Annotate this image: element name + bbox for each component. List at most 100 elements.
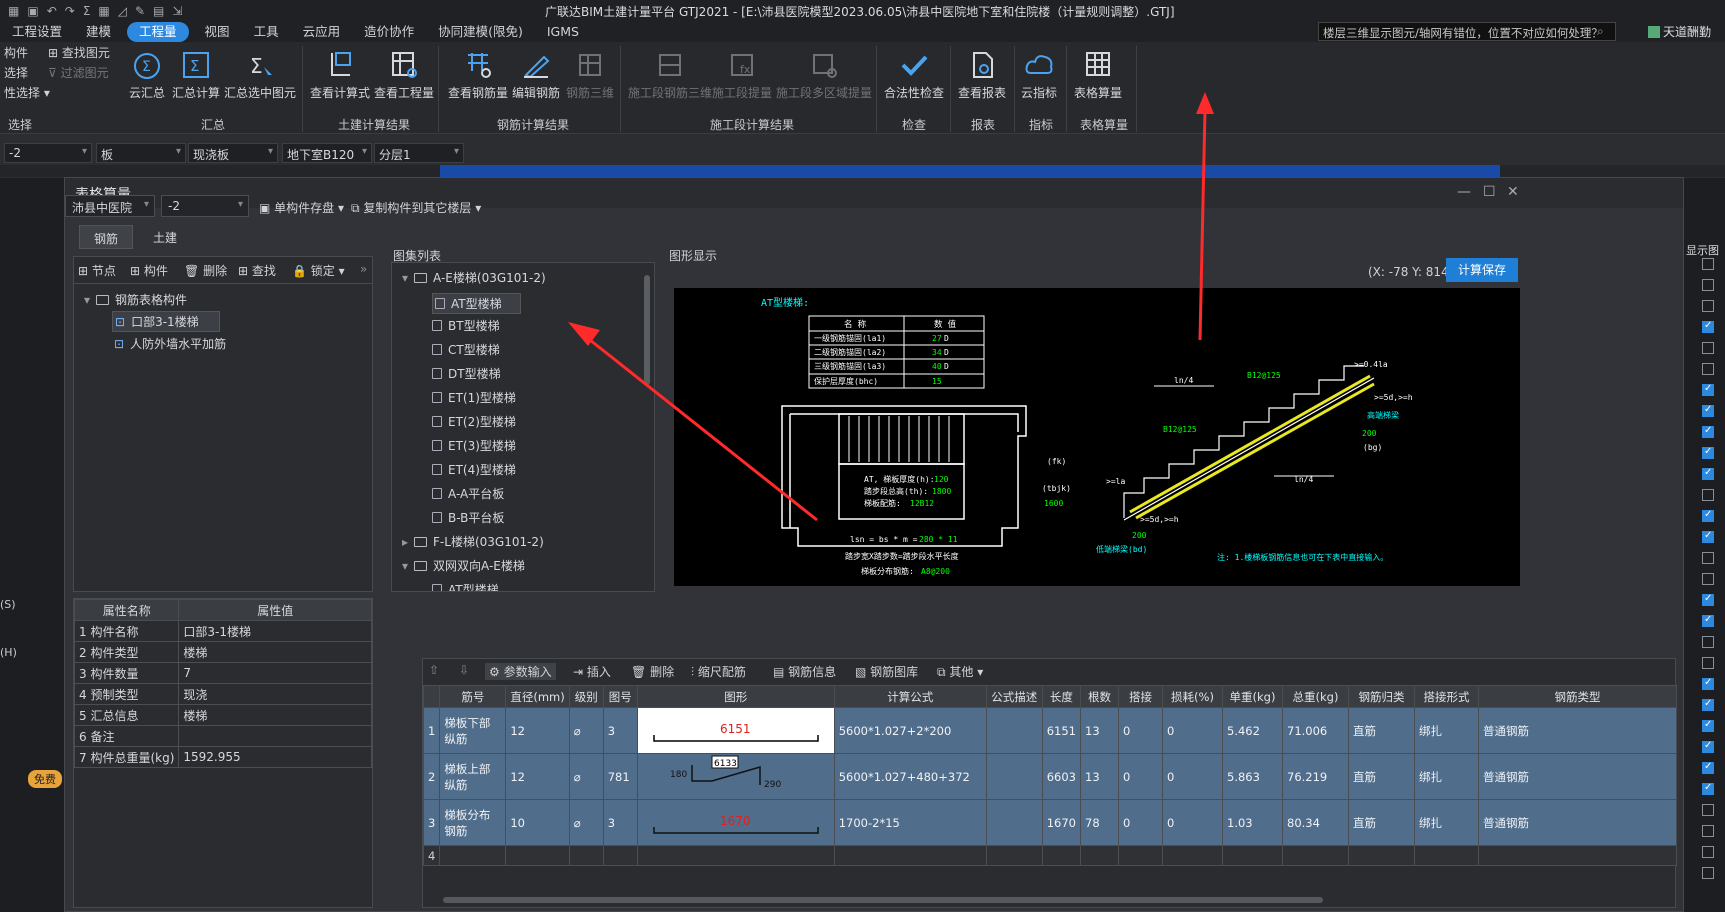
close-icon[interactable]: ✕ bbox=[1507, 184, 1519, 200]
table-scrollbar[interactable] bbox=[443, 897, 1323, 903]
cloud-index-button[interactable]: 云指标 bbox=[1020, 42, 1058, 114]
layout-icon[interactable]: ▤ bbox=[153, 4, 164, 18]
layer-checkbox[interactable] bbox=[1702, 279, 1714, 291]
cell-lap-type[interactable]: 绑扎 bbox=[1414, 753, 1479, 800]
cell-fig[interactable]: 3 bbox=[602, 707, 638, 754]
ribbon-filter-element[interactable]: ⊽ 过滤图元 bbox=[48, 64, 109, 81]
view-formula-button[interactable]: 查看计算式 bbox=[310, 42, 370, 114]
tab-rebar[interactable]: 钢筋 bbox=[79, 225, 134, 249]
cell-grade[interactable]: ⌀ bbox=[568, 753, 604, 800]
layer-checkbox[interactable] bbox=[1702, 552, 1714, 564]
cell-len[interactable]: 6151 bbox=[1041, 707, 1082, 754]
table-row[interactable]: 1 构件名称 口部3-1楼梯 bbox=[73, 620, 372, 642]
app-menu-icon[interactable]: ▦ bbox=[8, 4, 19, 18]
section-rebar-3d-button[interactable]: 施工段钢筋三维 bbox=[628, 42, 712, 114]
free-badge[interactable]: 免费 bbox=[28, 770, 62, 788]
cell-dia[interactable]: 12 bbox=[505, 707, 570, 754]
tree-item-stair[interactable]: ⊡ 口部3-1楼梯 bbox=[112, 311, 220, 332]
layer-checkbox[interactable] bbox=[1702, 446, 1714, 459]
layer-checkbox[interactable] bbox=[1702, 825, 1714, 837]
atlas-item[interactable]: A-A平台板 bbox=[432, 485, 504, 502]
layer-checkbox[interactable] bbox=[1702, 867, 1714, 879]
atlas-item[interactable]: AT型楼梯 bbox=[432, 293, 521, 314]
atlas-item[interactable]: AT型楼梯 bbox=[432, 581, 499, 591]
category-select[interactable]: 板 bbox=[96, 143, 186, 163]
atlas-item[interactable]: CT型楼梯 bbox=[432, 341, 500, 358]
cell-unit-weight[interactable]: 1.03 bbox=[1222, 799, 1283, 846]
floor-select[interactable]: -2 bbox=[4, 143, 92, 163]
export-icon[interactable]: ⇲ bbox=[172, 4, 182, 18]
ribbon-attr-select[interactable]: 性选择 ▾ bbox=[4, 84, 50, 101]
table-row[interactable]: 1 梯板下部纵筋 12 ⌀ 3 6151 5600*1.027+2*200 61… bbox=[422, 707, 1677, 754]
help-search-input[interactable]: 楼层三维显示图元/轴网有错位，位置不对应如何处理？ bbox=[1318, 22, 1616, 41]
cell-type[interactable]: 普通钢筋 bbox=[1478, 707, 1677, 754]
scale-rebar-button[interactable]: ⫶ 缩尺配筋 bbox=[691, 663, 746, 680]
layer-checkbox[interactable] bbox=[1702, 300, 1714, 312]
layer-checkbox[interactable] bbox=[1702, 363, 1714, 375]
layer-checkbox[interactable] bbox=[1702, 573, 1714, 585]
layer-checkbox[interactable] bbox=[1702, 489, 1714, 501]
layer-checkbox[interactable] bbox=[1702, 657, 1714, 669]
menu-view[interactable]: 视图 bbox=[193, 22, 242, 42]
layer-checkbox[interactable] bbox=[1702, 846, 1714, 858]
atlas-item[interactable]: B-B平台板 bbox=[432, 509, 504, 526]
layer-checkbox[interactable] bbox=[1702, 593, 1714, 606]
tree-item-wall[interactable]: ⊡ 人防外墙水平加筋 bbox=[114, 335, 226, 352]
cell-grade[interactable]: ⌀ bbox=[568, 707, 604, 754]
cell-loss[interactable]: 0 bbox=[1162, 753, 1223, 800]
menu-quantities[interactable]: 工程量 bbox=[127, 22, 189, 42]
sum-icon[interactable]: Σ bbox=[83, 4, 91, 18]
layer-select[interactable]: 分层1 bbox=[374, 143, 464, 163]
view-rebar-button[interactable]: 查看钢筋量 bbox=[448, 42, 508, 114]
atlas-scrollbar[interactable] bbox=[644, 275, 650, 385]
layer-checkbox[interactable] bbox=[1702, 258, 1714, 270]
layer-checkbox[interactable] bbox=[1702, 698, 1714, 711]
cell-class[interactable]: 直筋 bbox=[1348, 707, 1415, 754]
project-select[interactable]: 沛县中医院 bbox=[65, 195, 155, 217]
cell-desc[interactable] bbox=[985, 707, 1043, 754]
undo-icon[interactable]: ↶ bbox=[47, 4, 57, 18]
cell-name[interactable]: 梯板分布钢筋 bbox=[439, 799, 507, 846]
layer-checkbox[interactable] bbox=[1702, 740, 1714, 753]
layer-checkbox[interactable] bbox=[1702, 425, 1714, 438]
cell-loss[interactable]: 0 bbox=[1162, 707, 1223, 754]
cell-unit-weight[interactable]: 5.863 bbox=[1222, 753, 1283, 800]
cell-len[interactable]: 1670 bbox=[1041, 799, 1082, 846]
layer-checkbox[interactable] bbox=[1702, 719, 1714, 732]
menu-collab-modeling[interactable]: 协同建模(限免) bbox=[426, 22, 535, 42]
calc-save-button[interactable]: 计算保存 bbox=[1446, 258, 1518, 282]
add-component-button[interactable]: ⊞ 构件 bbox=[130, 262, 168, 279]
atlas-folder[interactable]: ▾ 双网双向A-E楼梯 bbox=[402, 557, 525, 574]
cell-grade[interactable]: ⌀ bbox=[568, 799, 604, 846]
draw-icon[interactable]: ✎ bbox=[135, 4, 145, 18]
layer-checkbox[interactable] bbox=[1702, 320, 1714, 333]
table-row[interactable]: 4 bbox=[422, 845, 1677, 866]
move-up-icon[interactable]: ⇧ bbox=[429, 663, 439, 677]
view-quantity-button[interactable]: 查看工程量 bbox=[374, 42, 434, 114]
validity-check-button[interactable]: 合法性检查 bbox=[884, 42, 944, 114]
cell-fig[interactable]: 3 bbox=[602, 799, 638, 846]
collapse-icon[interactable]: ▾ bbox=[402, 559, 408, 573]
cell-shape[interactable]: 1670 bbox=[636, 799, 835, 846]
layer-checkbox[interactable] bbox=[1702, 636, 1714, 648]
move-down-icon[interactable]: ⇩ bbox=[459, 663, 469, 677]
cell-desc[interactable] bbox=[985, 753, 1043, 800]
layer-checkbox[interactable] bbox=[1702, 467, 1714, 480]
user-name[interactable]: 天道酬勤 bbox=[1648, 23, 1711, 40]
save-single-button[interactable]: ▣ 单构件存盘 ▾ bbox=[259, 199, 344, 216]
table-row[interactable]: 3 构件数量 7 bbox=[73, 662, 372, 684]
cell-total-weight[interactable]: 80.34 bbox=[1282, 799, 1349, 846]
delete-button[interactable]: 🗑 删除 bbox=[184, 262, 227, 279]
insert-button[interactable]: ⇥ 插入 bbox=[573, 663, 611, 680]
layer-checkbox[interactable] bbox=[1702, 804, 1714, 816]
search-icon[interactable]: ⌕ bbox=[1597, 24, 1604, 39]
ribbon-component[interactable]: 构件 bbox=[4, 44, 28, 61]
copy-to-floor-button[interactable]: ⧉ 复制构件到其它楼层 ▾ bbox=[351, 199, 481, 216]
layer-checkbox[interactable] bbox=[1702, 383, 1714, 396]
atlas-item[interactable]: BT型楼梯 bbox=[432, 317, 500, 334]
rebar-3d-button[interactable]: 钢筋三维 bbox=[566, 42, 614, 114]
type-select[interactable]: 现浇板 bbox=[188, 143, 278, 163]
section-multi-area-button[interactable]: 施工段多区域提量 bbox=[776, 42, 872, 114]
cell-dia[interactable]: 12 bbox=[505, 753, 570, 800]
rebar-info-button[interactable]: ▤ 钢筋信息 bbox=[773, 663, 836, 680]
